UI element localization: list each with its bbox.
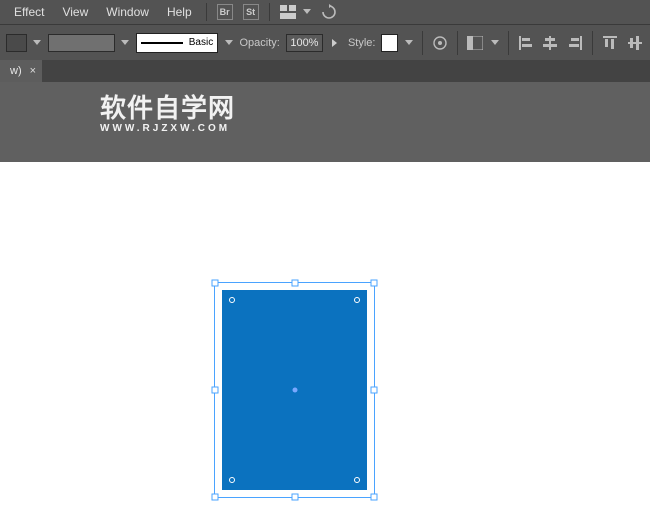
menu-help[interactable]: Help	[159, 3, 200, 21]
handle-e[interactable]	[371, 387, 378, 394]
align-left-icon[interactable]	[517, 33, 536, 53]
document-tabs: w) ×	[0, 60, 650, 82]
opacity-field[interactable]: 100%	[286, 34, 323, 52]
divider	[206, 3, 207, 21]
menu-window[interactable]: Window	[98, 3, 157, 21]
canvas[interactable]	[0, 162, 650, 529]
pasteboard-top: 软件自学网 WWW.RJZXW.COM	[0, 82, 650, 162]
bridge-icon[interactable]: Br	[216, 3, 234, 21]
align-vcenter-icon[interactable]	[625, 33, 644, 53]
selection-bounds[interactable]	[214, 282, 375, 498]
stroke-profile[interactable]: Basic	[136, 33, 218, 53]
watermark-subtitle: WWW.RJZXW.COM	[100, 123, 235, 134]
align-hcenter-icon[interactable]	[541, 33, 560, 53]
stock-icon[interactable]: St	[242, 3, 260, 21]
handle-w[interactable]	[212, 387, 219, 394]
close-icon[interactable]: ×	[30, 65, 36, 77]
divider	[508, 31, 509, 55]
watermark-title: 软件自学网	[100, 88, 235, 125]
align-top-icon[interactable]	[601, 33, 620, 53]
divider	[457, 31, 458, 55]
stroke-profile-label: Basic	[189, 37, 213, 48]
anchor-point[interactable]	[229, 477, 235, 483]
menu-effect[interactable]: Effect	[6, 3, 52, 21]
handle-nw[interactable]	[212, 280, 219, 287]
align-right-icon[interactable]	[566, 33, 585, 53]
anchor-point[interactable]	[229, 297, 235, 303]
divider	[269, 3, 270, 21]
handle-s[interactable]	[291, 494, 298, 501]
watermark: 软件自学网 WWW.RJZXW.COM	[100, 88, 235, 134]
chevron-right-icon[interactable]	[329, 34, 342, 52]
menubar: Effect View Window Help Br St	[0, 0, 650, 24]
chevron-down-icon[interactable]	[33, 34, 42, 52]
align-panel-icon[interactable]	[466, 33, 485, 53]
opacity-label: Opacity:	[239, 37, 279, 49]
chevron-down-icon[interactable]	[490, 34, 499, 52]
workspace-switcher-icon[interactable]	[279, 3, 297, 21]
anchor-point[interactable]	[354, 297, 360, 303]
handle-ne[interactable]	[371, 280, 378, 287]
chevron-down-icon[interactable]	[224, 34, 233, 52]
options-bar: Basic Opacity: 100% Style:	[0, 24, 650, 60]
document-tab[interactable]: w) ×	[0, 60, 42, 82]
sync-icon[interactable]	[320, 3, 338, 21]
menu-view[interactable]: View	[54, 3, 96, 21]
tab-title: w)	[10, 65, 22, 77]
handle-sw[interactable]	[212, 494, 219, 501]
recolor-icon[interactable]	[430, 33, 449, 53]
divider	[422, 31, 423, 55]
chevron-down-icon[interactable]	[121, 34, 130, 52]
center-point[interactable]	[292, 388, 297, 393]
anchor-point[interactable]	[354, 477, 360, 483]
handle-se[interactable]	[371, 494, 378, 501]
handle-n[interactable]	[291, 280, 298, 287]
fill-swatch[interactable]	[6, 34, 27, 52]
graphic-style-swatch[interactable]	[381, 34, 398, 52]
chevron-down-icon[interactable]	[302, 3, 312, 21]
style-label: Style:	[348, 37, 376, 49]
stroke-preview-icon	[141, 42, 183, 44]
stroke-swatch[interactable]	[48, 34, 115, 52]
chevron-down-icon[interactable]	[404, 34, 413, 52]
divider	[592, 31, 593, 55]
